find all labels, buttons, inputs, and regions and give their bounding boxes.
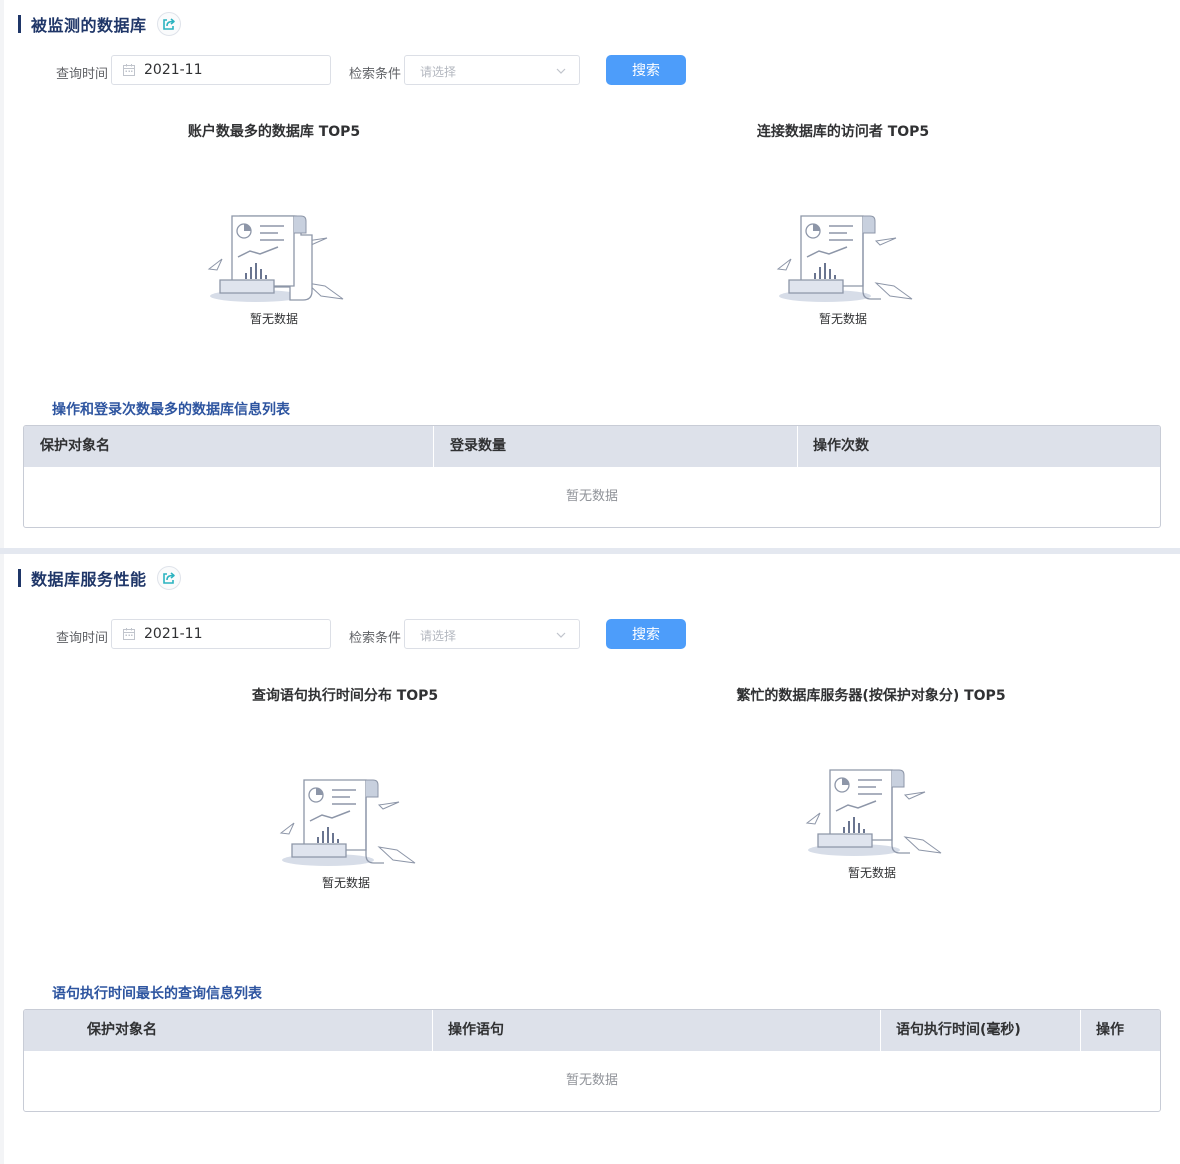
slow-query-table: 保护对象名 操作语句 语句执行时间(毫秒) 操作 暂无数据 xyxy=(23,1009,1161,1112)
monitored-databases-section: 被监测的数据库 查询时间 2021-11 检索条件 请选择 搜索 账户数最多的数… xyxy=(0,0,1180,548)
table-header: 保护对象名 登录数量 操作次数 xyxy=(24,426,1160,467)
empty-chart-busy-servers: 暂无数据 xyxy=(802,767,942,880)
search-condition-label: 检索条件 xyxy=(349,67,402,82)
no-data-text: 暂无数据 xyxy=(249,312,298,326)
empty-document-chart-icon xyxy=(279,779,416,866)
query-form: 查询时间 2021-11 检索条件 请选择 搜索 xyxy=(0,619,1180,649)
column-header[interactable]: 保护对象名 xyxy=(24,1010,432,1051)
chevron-down-icon xyxy=(556,68,566,74)
section-header: 被监测的数据库 xyxy=(18,12,181,36)
month-picker-input[interactable]: 2021-11 xyxy=(111,619,331,649)
empty-chart-exec-time-dist: 暂无数据 xyxy=(276,777,416,890)
column-header[interactable]: 操作 xyxy=(1080,1010,1160,1051)
date-value: 2021-11 xyxy=(144,626,203,642)
column-header[interactable]: 操作次数 xyxy=(797,426,1160,467)
section-title: 数据库服务性能 xyxy=(31,570,147,589)
column-header[interactable]: 语句执行时间(毫秒) xyxy=(880,1010,1080,1051)
section-title: 被监测的数据库 xyxy=(31,16,147,35)
search-button[interactable]: 搜索 xyxy=(606,619,686,649)
export-button[interactable] xyxy=(156,12,181,36)
title-accent-bar xyxy=(18,15,21,33)
chevron-down-icon xyxy=(556,632,566,638)
chart-title-busy-servers: 繁忙的数据库服务器(按保护对象分) TOP5 xyxy=(736,688,1006,704)
select-placeholder: 请选择 xyxy=(420,629,457,643)
month-picker-input[interactable]: 2021-11 xyxy=(111,55,331,85)
select-placeholder: 请选择 xyxy=(420,65,457,79)
search-condition-select[interactable]: 请选择 xyxy=(404,619,580,649)
column-header[interactable]: 操作语句 xyxy=(432,1010,880,1051)
search-condition-label: 检索条件 xyxy=(349,631,402,646)
empty-document-chart-icon xyxy=(776,215,913,302)
calendar-icon xyxy=(122,627,136,641)
query-time-label: 查询时间 xyxy=(56,631,109,646)
db-operations-table: 保护对象名 登录数量 操作次数 暂无数据 xyxy=(23,425,1161,528)
title-accent-bar xyxy=(18,569,21,587)
no-data-text: 暂无数据 xyxy=(321,876,370,890)
empty-document-chart-icon xyxy=(207,215,344,302)
query-form: 查询时间 2021-11 检索条件 请选择 搜索 xyxy=(0,55,1180,85)
calendar-icon xyxy=(122,63,136,77)
table-empty-text: 暂无数据 xyxy=(565,489,618,504)
export-share-icon xyxy=(162,572,175,584)
empty-chart-top-accounts: 暂无数据 xyxy=(204,213,344,326)
section-header: 数据库服务性能 xyxy=(18,566,181,590)
empty-chart-top-visitors: 暂无数据 xyxy=(773,213,913,326)
table-empty-text: 暂无数据 xyxy=(565,1073,618,1088)
search-condition-select[interactable]: 请选择 xyxy=(404,55,580,85)
no-data-text: 暂无数据 xyxy=(818,312,867,326)
db-service-performance-section: 数据库服务性能 查询时间 2021-11 检索条件 请选择 搜索 查询语句执行时… xyxy=(0,554,1180,1164)
search-button[interactable]: 搜索 xyxy=(606,55,686,85)
export-button[interactable] xyxy=(156,566,181,590)
table-header: 保护对象名 操作语句 语句执行时间(毫秒) 操作 xyxy=(24,1010,1160,1051)
empty-document-chart-icon xyxy=(805,769,942,856)
chart-title-top-accounts: 账户数最多的数据库 TOP5 xyxy=(187,124,361,140)
query-time-label: 查询时间 xyxy=(56,67,109,82)
table-title: 语句执行时间最长的查询信息列表 xyxy=(52,986,262,1002)
export-share-icon xyxy=(162,18,175,30)
column-header[interactable]: 登录数量 xyxy=(433,426,797,467)
chart-title-exec-time-dist: 查询语句执行时间分布 TOP5 xyxy=(251,688,439,704)
chart-title-top-visitors: 连接数据库的访问者 TOP5 xyxy=(756,124,930,140)
table-title: 操作和登录次数最多的数据库信息列表 xyxy=(52,402,290,418)
column-header[interactable]: 保护对象名 xyxy=(24,426,433,467)
no-data-text: 暂无数据 xyxy=(847,866,896,880)
date-value: 2021-11 xyxy=(144,62,203,78)
